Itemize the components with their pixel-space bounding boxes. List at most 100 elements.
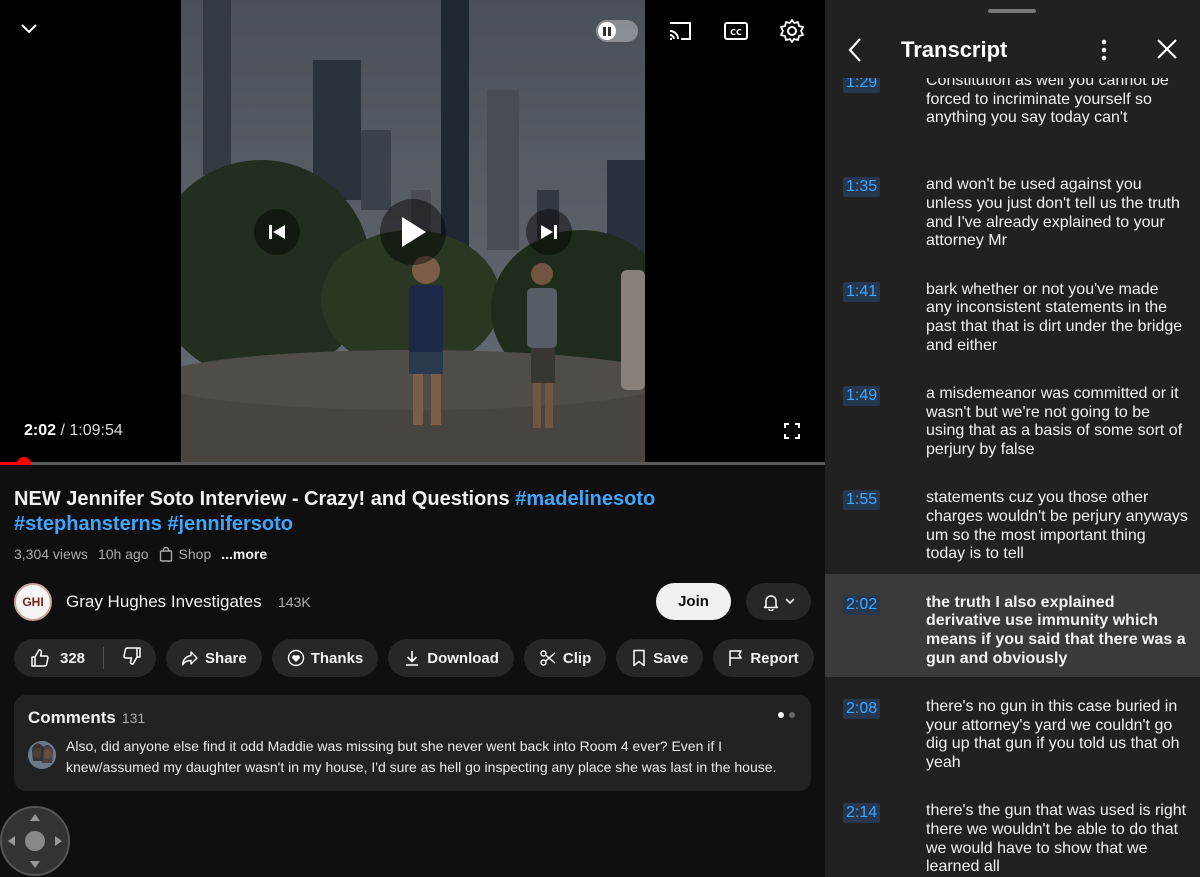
comments-header: Comments 131 (28, 708, 797, 728)
autoplay-toggle[interactable] (596, 20, 638, 42)
pause-icon (598, 22, 616, 40)
segment-text: there's the gun that was used is right t… (926, 802, 1187, 876)
minimize-chevron-icon[interactable] (16, 16, 42, 42)
comment-carousel-dots (778, 712, 795, 718)
video-meta[interactable]: 3,304 views 10h ago Shop ...more (14, 546, 267, 562)
transcript-title: Transcript (901, 37, 1008, 62)
segment-text: a misdemeanor was committed or it wasn't… (926, 384, 1183, 458)
thanks-heart-icon (287, 649, 304, 667)
channel-name[interactable]: Gray Hughes Investigates (66, 592, 262, 612)
clip-button[interactable]: Clip (523, 639, 607, 677)
segment-text: the truth I also explained derivative us… (926, 593, 1186, 667)
cast-icon[interactable] (666, 18, 694, 44)
dislike-button[interactable] (122, 646, 142, 670)
transcript-segment[interactable]: 2:08 there's no gun in this case buried i… (825, 685, 1200, 781)
hashtag-link[interactable]: #jennifersoto (167, 513, 293, 535)
thumbs-down-icon (123, 647, 141, 665)
transcript-segment-active[interactable]: 2:02 the truth I also explained derivativ… (825, 573, 1200, 677)
previous-video-icon[interactable] (254, 209, 300, 255)
top-comment-text: Also, did anyone else find it odd Maddie… (66, 738, 777, 775)
action-row: 328 Share Thanks Download Clip Save Repo… (14, 639, 814, 677)
video-title-text: NEW Jennifer Soto Interview - Crazy! and… (14, 488, 516, 510)
like-count: 328 (60, 649, 86, 667)
drag-handle[interactable] (988, 9, 1036, 13)
transcript-segment[interactable]: 1:41 bark whether or not you've made any … (825, 268, 1200, 364)
segment-timestamp[interactable]: 1:49 (843, 385, 881, 406)
close-icon[interactable] (1155, 37, 1179, 66)
next-video-icon[interactable] (526, 209, 572, 255)
share-arrow-icon (181, 651, 198, 666)
comments-count: 131 (121, 710, 146, 726)
download-icon (406, 651, 419, 666)
comments-panel[interactable]: Comments 131 Also, did anyone else find … (14, 695, 811, 791)
segment-timestamp[interactable]: 2:08 (843, 698, 881, 719)
report-label: Report (750, 649, 799, 667)
fullscreen-icon[interactable] (782, 421, 802, 441)
chevron-down-icon (784, 598, 795, 605)
back-chevron-icon[interactable] (847, 37, 863, 68)
save-label: Save (653, 649, 689, 667)
download-label: Download (427, 649, 499, 667)
shopping-bag-icon (159, 546, 172, 562)
transcript-segment[interactable]: 1:49 a misdemeanor was committed or it wa… (825, 372, 1200, 468)
channel-avatar[interactable]: GHI (14, 583, 52, 621)
like-button[interactable]: 328 (30, 648, 85, 668)
notifications-button[interactable] (746, 583, 811, 620)
subscriber-count: 143K (278, 594, 311, 610)
time-display: 2:02 / 1:09:54 (24, 422, 123, 440)
transcript-segment[interactable]: 2:14 there's the gun that was used is rig… (825, 789, 1200, 877)
commenter-avatar (28, 741, 56, 769)
svg-text:CC: CC (730, 28, 742, 37)
segment-text: and won't be used against you unless you… (926, 176, 1180, 250)
captions-icon[interactable]: CC (722, 18, 750, 44)
segment-text: bark whether or not you've made any inco… (926, 280, 1183, 354)
segment-timestamp[interactable]: 2:14 (843, 803, 881, 824)
segment-text: there's no gun in this case buried in yo… (926, 697, 1180, 771)
transcript-panel[interactable]: 1:29 Constitution as well you cannot be f… (825, 0, 1200, 877)
transcript-segment[interactable]: 1:35 and won't be used against you unless… (825, 163, 1200, 259)
more-description-link[interactable]: ...more (221, 546, 267, 562)
play-icon[interactable] (380, 199, 446, 265)
hashtag-link[interactable]: #stephansterns (14, 513, 162, 535)
segment-timestamp[interactable]: 2:02 (843, 594, 881, 615)
clip-label: Clip (562, 649, 592, 667)
navigation-dpad[interactable] (0, 806, 70, 876)
join-button[interactable]: Join (656, 583, 731, 620)
save-button[interactable]: Save (616, 639, 704, 677)
scissors-icon (540, 650, 556, 666)
hashtag-link[interactable]: #madelinesoto (515, 488, 655, 510)
more-options-icon[interactable] (1101, 39, 1107, 66)
share-label: Share (205, 649, 247, 667)
shop-label: Shop (178, 546, 212, 562)
segment-text: statements cuz you those other charges w… (926, 489, 1188, 563)
thumbs-up-icon (31, 649, 49, 667)
segment-timestamp[interactable]: 1:35 (843, 177, 881, 198)
settings-gear-icon[interactable] (778, 17, 806, 45)
dpad-arrows-icon (8, 814, 62, 868)
transcript-header: Transcript (825, 22, 1200, 78)
carousel-dot (789, 712, 795, 718)
view-count: 3,304 views (14, 546, 88, 562)
transcript-segment[interactable]: 1:55 statements cuz you those other charg… (825, 476, 1200, 572)
download-button[interactable]: Download (388, 639, 514, 677)
video-duration: / 1:09:54 (60, 422, 123, 439)
flag-icon (729, 650, 743, 666)
segment-timestamp[interactable]: 1:55 (843, 490, 881, 511)
upload-age: 10h ago (97, 546, 149, 562)
progress-bar[interactable] (0, 457, 825, 465)
segment-timestamp[interactable]: 1:41 (843, 281, 881, 302)
channel-row: GHI Gray Hughes Investigates 143K Join (14, 582, 811, 622)
shop-link[interactable]: Shop (159, 546, 212, 562)
share-button[interactable]: Share (166, 639, 262, 677)
like-dislike-group: 328 (14, 639, 157, 677)
video-player[interactable]: CC 2:02 / 1:09:54 (0, 0, 825, 465)
bookmark-icon (633, 649, 646, 667)
carousel-dot (778, 712, 784, 718)
video-title: NEW Jennifer Soto Interview - Crazy! and… (14, 487, 804, 537)
report-button[interactable]: Report (713, 639, 814, 677)
thanks-button[interactable]: Thanks (271, 639, 379, 677)
thanks-label: Thanks (310, 649, 364, 667)
segment-text: Constitution as well you cannot be force… (926, 72, 1169, 127)
progress-scrubber-handle[interactable] (16, 457, 31, 465)
bell-icon (763, 594, 778, 611)
